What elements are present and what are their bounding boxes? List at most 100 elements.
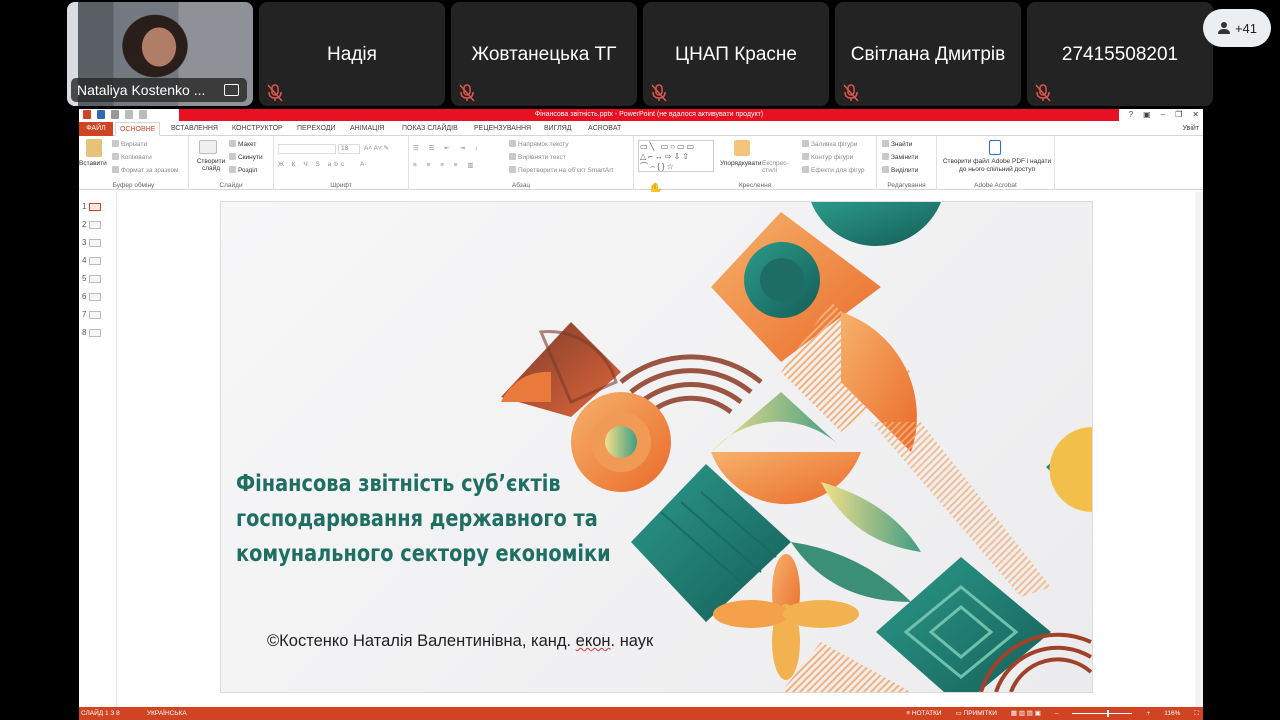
tab-transitions[interactable]: ПЕРЕХОДИ (293, 122, 340, 136)
vertical-scrollbar[interactable] (1195, 192, 1203, 707)
participant-tile-video[interactable]: Nataliya Kostenko ... (67, 2, 253, 106)
align-text-button[interactable]: Вирівняти текст (509, 153, 566, 161)
zoom-slider[interactable] (1072, 710, 1133, 717)
scissors-icon (112, 140, 119, 147)
notes-button[interactable]: ≡ НОТАТКИ (906, 707, 941, 720)
section-button[interactable]: Розділ (229, 166, 257, 174)
font-name-select[interactable] (278, 144, 336, 154)
slide-author[interactable]: ©Костенко Наталія Валентинівна, канд. ек… (267, 632, 653, 651)
minimize-icon[interactable]: – (1161, 109, 1165, 121)
tab-acrobat[interactable]: ACROBAT (584, 122, 625, 136)
tab-review[interactable]: РЕЦЕНЗУВАННЯ (470, 122, 535, 136)
participants-count-button[interactable]: +41 (1203, 9, 1271, 47)
ribbon-options-icon[interactable]: ▣ (1143, 109, 1151, 121)
layout-button[interactable]: Макет (229, 140, 256, 148)
replace-button[interactable]: Замінити (882, 153, 918, 161)
paste-button[interactable]: Вставити (79, 160, 107, 167)
smartart-button[interactable]: Перетворити на об'єкт SmartArt (509, 166, 613, 174)
font-color-button[interactable]: A· (360, 161, 367, 168)
replace-label: Замінити (891, 154, 919, 161)
close-icon[interactable]: ✕ (1192, 109, 1199, 121)
select-icon (882, 166, 889, 173)
paste-icon (86, 139, 102, 157)
reset-button[interactable]: Скинути (229, 153, 263, 161)
zoom-level[interactable]: 116% (1164, 707, 1180, 720)
participant-tile[interactable]: Світлана Дмитрів (835, 2, 1021, 106)
tab-view[interactable]: ВИГЛЯД (540, 122, 576, 136)
comments-button[interactable]: ▭ ПРИМІТКИ (956, 707, 997, 720)
tab-design[interactable]: КОНСТРУКТОР (228, 122, 287, 136)
new-slide-button[interactable]: Створити слайд (193, 158, 229, 172)
slide-title[interactable]: Фінансова звітність суб’єктів господарюв… (236, 467, 611, 572)
select-button[interactable]: Виділити (882, 166, 918, 174)
author-text-misspelled: екон (575, 632, 611, 650)
thumbnail-preview (89, 328, 102, 337)
slide-thumbnail[interactable]: 6 (82, 292, 102, 301)
smartart-label: Перетворити на об'єкт SmartArt (518, 167, 614, 174)
participant-tile[interactable]: 27415508201 (1027, 2, 1213, 106)
slide-geometric-artwork (501, 202, 1092, 692)
fit-slide-icon[interactable]: ⛶ (1194, 707, 1199, 720)
participant-tile[interactable]: ЦНАП Красне (643, 2, 829, 106)
slide-thumbnail[interactable]: 2 (82, 220, 102, 229)
find-button[interactable]: Знайти (882, 140, 912, 148)
group-label: Слайди (219, 182, 243, 189)
slide-thumbnail[interactable]: 7 (82, 310, 102, 319)
undo-icon[interactable] (111, 110, 119, 119)
thumbnail-preview (89, 220, 102, 229)
tab-insert[interactable]: ВСТАВЛЕННЯ (167, 122, 222, 136)
mic-muted-icon (651, 84, 667, 102)
font-size-select[interactable]: 18 (338, 144, 360, 154)
help-icon[interactable]: ? (1129, 109, 1133, 121)
section-label: Розділ (238, 167, 258, 174)
font-grow-button[interactable]: A˄ A˅ ✎ (364, 144, 389, 152)
participant-tile[interactable]: Жовтанецька ТГ (451, 2, 637, 106)
shape-outline-button[interactable]: Контур фігури (802, 153, 853, 161)
current-slide[interactable]: Фінансова звітність суб’єктів господарюв… (221, 202, 1092, 692)
create-pdf-button[interactable]: Створити файл Adobe PDF і надати до ньог… (941, 158, 1053, 174)
section-icon (229, 166, 236, 173)
language-indicator[interactable]: УКРАЇНСЬКА (147, 707, 187, 720)
redo-icon[interactable] (125, 110, 133, 119)
slide-thumbnail[interactable]: 5 (82, 274, 102, 283)
tab-file[interactable]: ФАЙЛ (79, 122, 113, 136)
slide-number: 7 (82, 310, 87, 319)
format-painter-button[interactable]: Формат за зразком (112, 166, 178, 174)
slide-thumbnail[interactable]: 3 (82, 238, 102, 247)
thumbnail-preview (89, 202, 102, 211)
arrange-button[interactable]: Упорядкувати (720, 160, 761, 167)
slide-thumbnail[interactable]: 1 (82, 202, 102, 211)
thumbnail-preview (89, 274, 102, 283)
align-buttons[interactable]: ≡ ≡ ≡ ≡ ▥ (413, 161, 478, 169)
tab-animations[interactable]: АНІМАЦІЯ (346, 122, 388, 136)
tab-slideshow[interactable]: ПОКАЗ СЛАЙДІВ (398, 122, 462, 136)
save-icon[interactable] (97, 110, 105, 119)
list-buttons[interactable]: ☰ ☰ ⇤ ⇥ ↕ (413, 144, 482, 152)
mic-muted-icon (267, 84, 283, 102)
tab-home[interactable]: ОСНОВНЕ (115, 122, 161, 136)
view-buttons[interactable]: ▦ ▥ ▤ ▣ (1011, 707, 1041, 720)
text-direction-button[interactable]: Напрямок тексту (509, 140, 569, 148)
cut-button[interactable]: Вирізати (112, 140, 147, 148)
signin-link[interactable]: Увійт (1179, 122, 1203, 136)
font-style-buttons[interactable]: Ж К Ч S abc (278, 161, 347, 168)
zoom-in-icon[interactable]: + (1146, 707, 1150, 720)
window-title: Фінансова звітність.pptx - PowerPoint (н… (179, 109, 1119, 121)
zoom-out-icon[interactable]: – (1055, 707, 1059, 720)
participant-name: 27415508201 (1061, 44, 1179, 65)
participant-tile[interactable]: Надія (259, 2, 445, 106)
slide-thumbnails-pane: 1 2 3 4 5 6 7 8 (79, 192, 117, 707)
copy-button[interactable]: Копіювати (112, 153, 152, 161)
slide-counter: СЛАЙД 1 З 8 (81, 710, 120, 717)
meeting-stage: Nataliya Kostenko ... Надія Жовтанецька … (0, 0, 1280, 720)
group-acrobat: Створити файл Adobe PDF і надати до ньог… (937, 136, 1055, 190)
slide-thumbnail[interactable]: 8 (82, 328, 102, 337)
slide-thumbnail[interactable]: 4 (82, 256, 102, 265)
shapes-gallery[interactable]: ▭╲ ▭○▭▭ △⌐↔⇨⇩⇧ ⌒⌢{}☆ (638, 140, 714, 172)
group-drawing: ▭╲ ▭○▭▭ △⌐↔⇨⇩⇧ ⌒⌢{}☆ Упорядкувати Експрес-… (634, 136, 877, 190)
quick-styles-button[interactable]: Експрес-стилі (762, 160, 796, 174)
shape-effects-button[interactable]: Ефекти для фігур (802, 166, 865, 174)
maximize-icon[interactable]: ❐ (1175, 109, 1182, 121)
shape-fill-button[interactable]: Заливка фігури (802, 140, 857, 148)
start-slideshow-icon[interactable] (139, 110, 147, 119)
